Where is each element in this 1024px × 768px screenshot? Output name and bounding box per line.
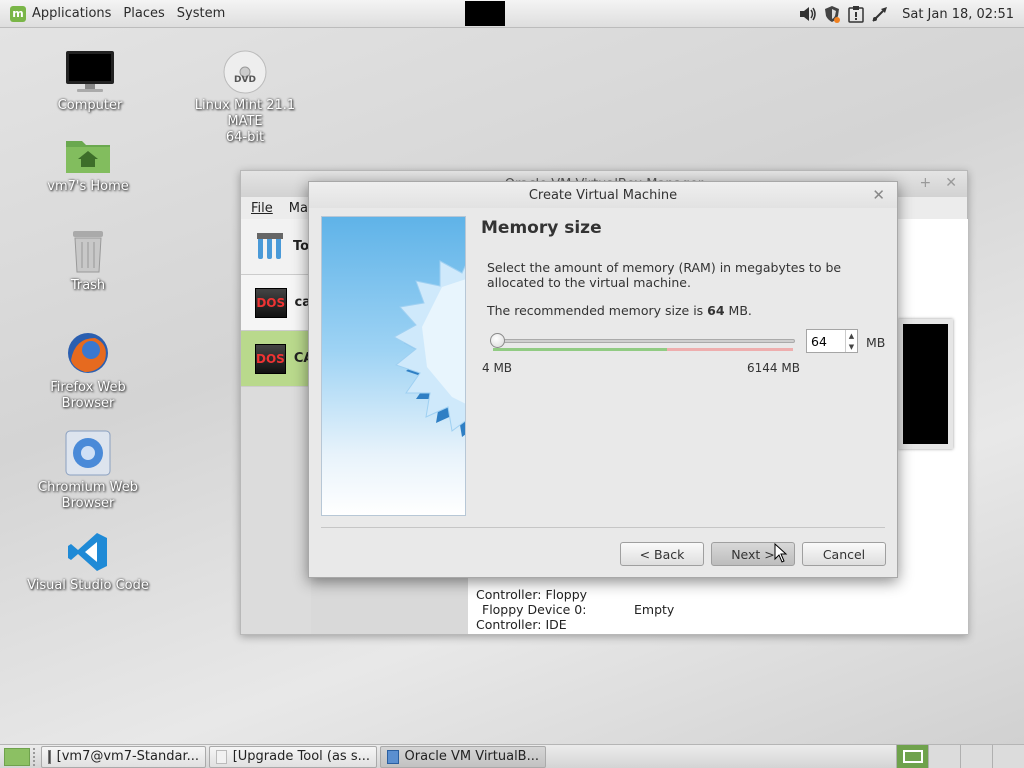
workspace-switcher (896, 745, 1024, 768)
slider-track[interactable] (491, 339, 795, 343)
dialog-title: Create Virtual Machine (528, 187, 678, 203)
bottom-taskbar: [vm7@vm7-Standar... [Upgrade Tool (as s.… (0, 744, 1024, 768)
desktop-icon-label: Firefox Web Browser (50, 380, 126, 411)
workspace-1[interactable] (896, 745, 928, 768)
wizard-banner-image (321, 216, 466, 516)
taskbar-grip (33, 747, 38, 766)
back-button[interactable]: < Back (620, 542, 704, 566)
show-desktop-icon[interactable] (4, 747, 30, 766)
slider-scale (493, 348, 793, 351)
memory-spinbox[interactable]: ▲ ▼ (806, 329, 858, 353)
dos-icon: DOS (255, 343, 286, 374)
desktop-icon-home[interactable]: vm7's Home (23, 135, 153, 195)
home-folder-icon (66, 141, 110, 173)
system-tray: Sat Jan 18, 02:51 (798, 0, 1024, 28)
upgrade-tool-icon (216, 749, 227, 764)
taskbar-item-label: Oracle VM VirtualB... (404, 749, 539, 764)
clock[interactable]: Sat Jan 18, 02:51 (902, 7, 1014, 22)
desktop-icon-label: Visual Studio Code (27, 578, 149, 593)
mint-logo-icon: m (10, 5, 26, 22)
vm-list-item[interactable]: DOS ca (241, 275, 311, 331)
storage-controller-floppy: Controller: Floppy (476, 587, 588, 602)
recommended-memory-text: The recommended memory size is 64 MB. (487, 303, 752, 318)
recommended-value: 64 (707, 303, 725, 318)
vm-list-item-tools[interactable]: To (241, 219, 311, 275)
taskbar-item-virtualbox[interactable]: Oracle VM VirtualB... (380, 745, 546, 768)
chromium-icon (65, 430, 111, 476)
menu-file[interactable]: File (251, 201, 273, 216)
desktop-icon-chromium[interactable]: Chromium Web Browser (23, 430, 153, 512)
taskbar-item-terminal[interactable]: [vm7@vm7-Standar... (41, 745, 206, 768)
recommended-prefix: The recommended memory size is (487, 303, 708, 318)
system-menu[interactable]: System (171, 0, 231, 28)
vm-list: To DOS ca DOS CA (241, 219, 313, 634)
taskbar-item-label: [vm7@vm7-Standar... (56, 749, 199, 764)
vscode-icon (68, 533, 107, 571)
desktop-icon-label: Linux Mint 21.1 MATE 64-bit (194, 98, 296, 145)
dvd-icon: DVD (223, 50, 267, 94)
panel-window-thumbnail[interactable] (465, 1, 505, 26)
computer-icon (66, 51, 114, 92)
memory-slider[interactable] (487, 332, 799, 352)
desktop-icon-trash[interactable]: Trash (23, 228, 153, 294)
desktop-icon-label: Chromium Web Browser (38, 480, 138, 511)
page-title: Memory size (481, 218, 602, 238)
divider (321, 527, 885, 528)
storage-controller-ide: Controller: IDE (476, 617, 567, 632)
slider-handle[interactable] (489, 333, 505, 348)
storage-floppy-device: Floppy Device 0: (482, 602, 587, 617)
memory-description: Select the amount of memory (RAM) in meg… (487, 260, 842, 290)
vm-preview (898, 319, 953, 449)
memory-unit-label: MB (866, 335, 886, 350)
cancel-button[interactable]: Cancel (802, 542, 886, 566)
dos-icon: DOS (255, 287, 287, 318)
create-vm-dialog[interactable]: Create Virtual Machine ✕ Memory size Sel… (308, 181, 898, 578)
slider-min-label: 4 MB (482, 361, 513, 375)
vm-storage-details: Controller: Floppy Floppy Device 0: Empt… (476, 587, 674, 632)
close-icon[interactable]: ✕ (872, 186, 885, 204)
workspace-4[interactable] (992, 745, 1024, 768)
shield-icon[interactable] (822, 4, 842, 24)
desktop-icon-firefox[interactable]: Firefox Web Browser (23, 330, 153, 412)
maximize-icon[interactable]: + (920, 175, 932, 191)
trash-icon (73, 231, 103, 273)
taskbar-item-upgrade-tool[interactable]: [Upgrade Tool (as s... (209, 745, 377, 768)
dialog-titlebar[interactable]: Create Virtual Machine ✕ (309, 182, 897, 208)
places-menu[interactable]: Places (117, 0, 170, 28)
desktop-icon-vscode[interactable]: Visual Studio Code (23, 530, 153, 594)
spin-up-icon[interactable]: ▲ (846, 330, 857, 341)
menu-machine[interactable]: Ma (289, 201, 308, 216)
vm-list-item-selected[interactable]: DOS CA (241, 331, 313, 387)
desktop-icon-label: vm7's Home (47, 179, 129, 194)
desktop-icon-label: Trash (70, 278, 106, 293)
clipboard-alert-icon[interactable] (846, 4, 866, 24)
applications-menu[interactable]: m Applications (0, 0, 117, 28)
taskbar-item-label: [Upgrade Tool (as s... (232, 749, 370, 764)
close-icon[interactable]: ✕ (945, 175, 957, 191)
recommended-suffix: MB. (724, 303, 752, 318)
desktop-icon-computer[interactable]: Computer (25, 50, 155, 114)
desktop-icon-dvd[interactable]: DVD Linux Mint 21.1 MATE 64-bit (180, 50, 310, 146)
top-panel: m Applications Places System Sat Jan 18,… (0, 0, 1024, 28)
memory-input[interactable] (807, 331, 845, 351)
terminal-icon (48, 749, 51, 764)
firefox-icon (68, 333, 108, 373)
vm-entry-label: To (293, 239, 310, 254)
network-icon[interactable] (870, 4, 890, 24)
virtualbox-icon (387, 749, 399, 764)
mouse-cursor-icon (774, 543, 788, 563)
volume-icon[interactable] (798, 4, 818, 24)
workspace-3[interactable] (960, 745, 992, 768)
applications-menu-label: Applications (32, 6, 112, 21)
spin-down-icon[interactable]: ▼ (846, 341, 857, 352)
tools-icon (257, 232, 283, 259)
storage-floppy-value: Empty (634, 602, 675, 617)
workspace-2[interactable] (928, 745, 960, 768)
slider-max-label: 6144 MB (747, 361, 800, 375)
svg-text:DVD: DVD (234, 75, 256, 85)
desktop-icon-label: Computer (57, 98, 123, 113)
